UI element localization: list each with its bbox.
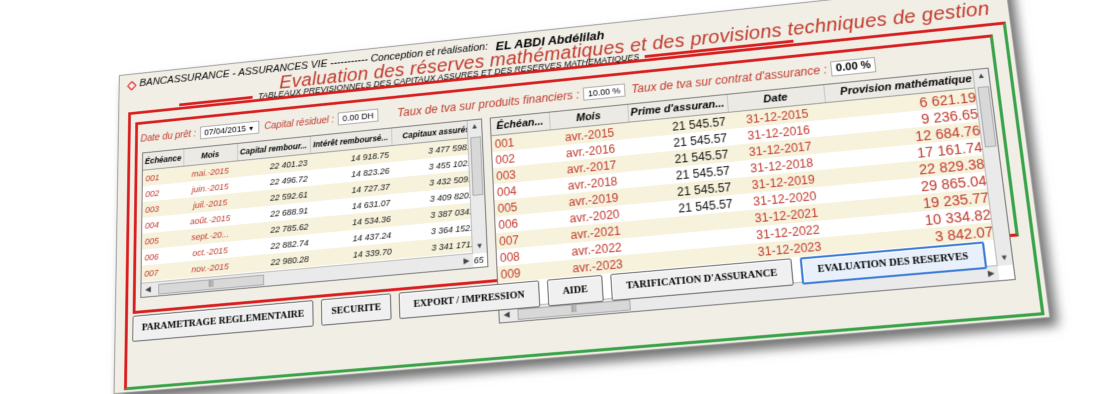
date-picker[interactable]: 07/04/2015 ▼ xyxy=(199,120,259,140)
dropdown-arrow-icon: ▼ xyxy=(247,125,255,133)
app-logo-icon xyxy=(125,79,136,91)
capital-value: 0.00 DH xyxy=(337,108,379,126)
scroll-up-icon[interactable]: ▲ xyxy=(973,69,989,84)
scroll-up-icon[interactable]: ▲ xyxy=(468,119,482,133)
perspective-stage: BANCASSURANCE - ASSURANCES VIE ---------… xyxy=(0,0,1096,394)
tva-financial-input[interactable]: 10.00 % xyxy=(582,83,626,101)
application-window: BANCASSURANCE - ASSURANCES VIE ---------… xyxy=(113,0,1051,394)
aide-button[interactable]: AIDE xyxy=(546,274,604,307)
date-value: 07/04/2015 xyxy=(204,123,246,138)
date-label: Date du prêt : xyxy=(140,128,197,145)
scroll-down-icon[interactable]: ▼ xyxy=(996,250,1013,266)
scroll-left-icon[interactable]: ◀ xyxy=(141,282,154,297)
scroll-right-icon[interactable]: ▶ xyxy=(459,254,473,269)
capital-label: Capital résiduel : xyxy=(264,114,335,132)
scroll-thumb[interactable] xyxy=(470,136,484,196)
scroll-down-icon[interactable]: ▼ xyxy=(472,239,486,254)
tva-contract-input[interactable]: 0.00 % xyxy=(830,56,877,77)
